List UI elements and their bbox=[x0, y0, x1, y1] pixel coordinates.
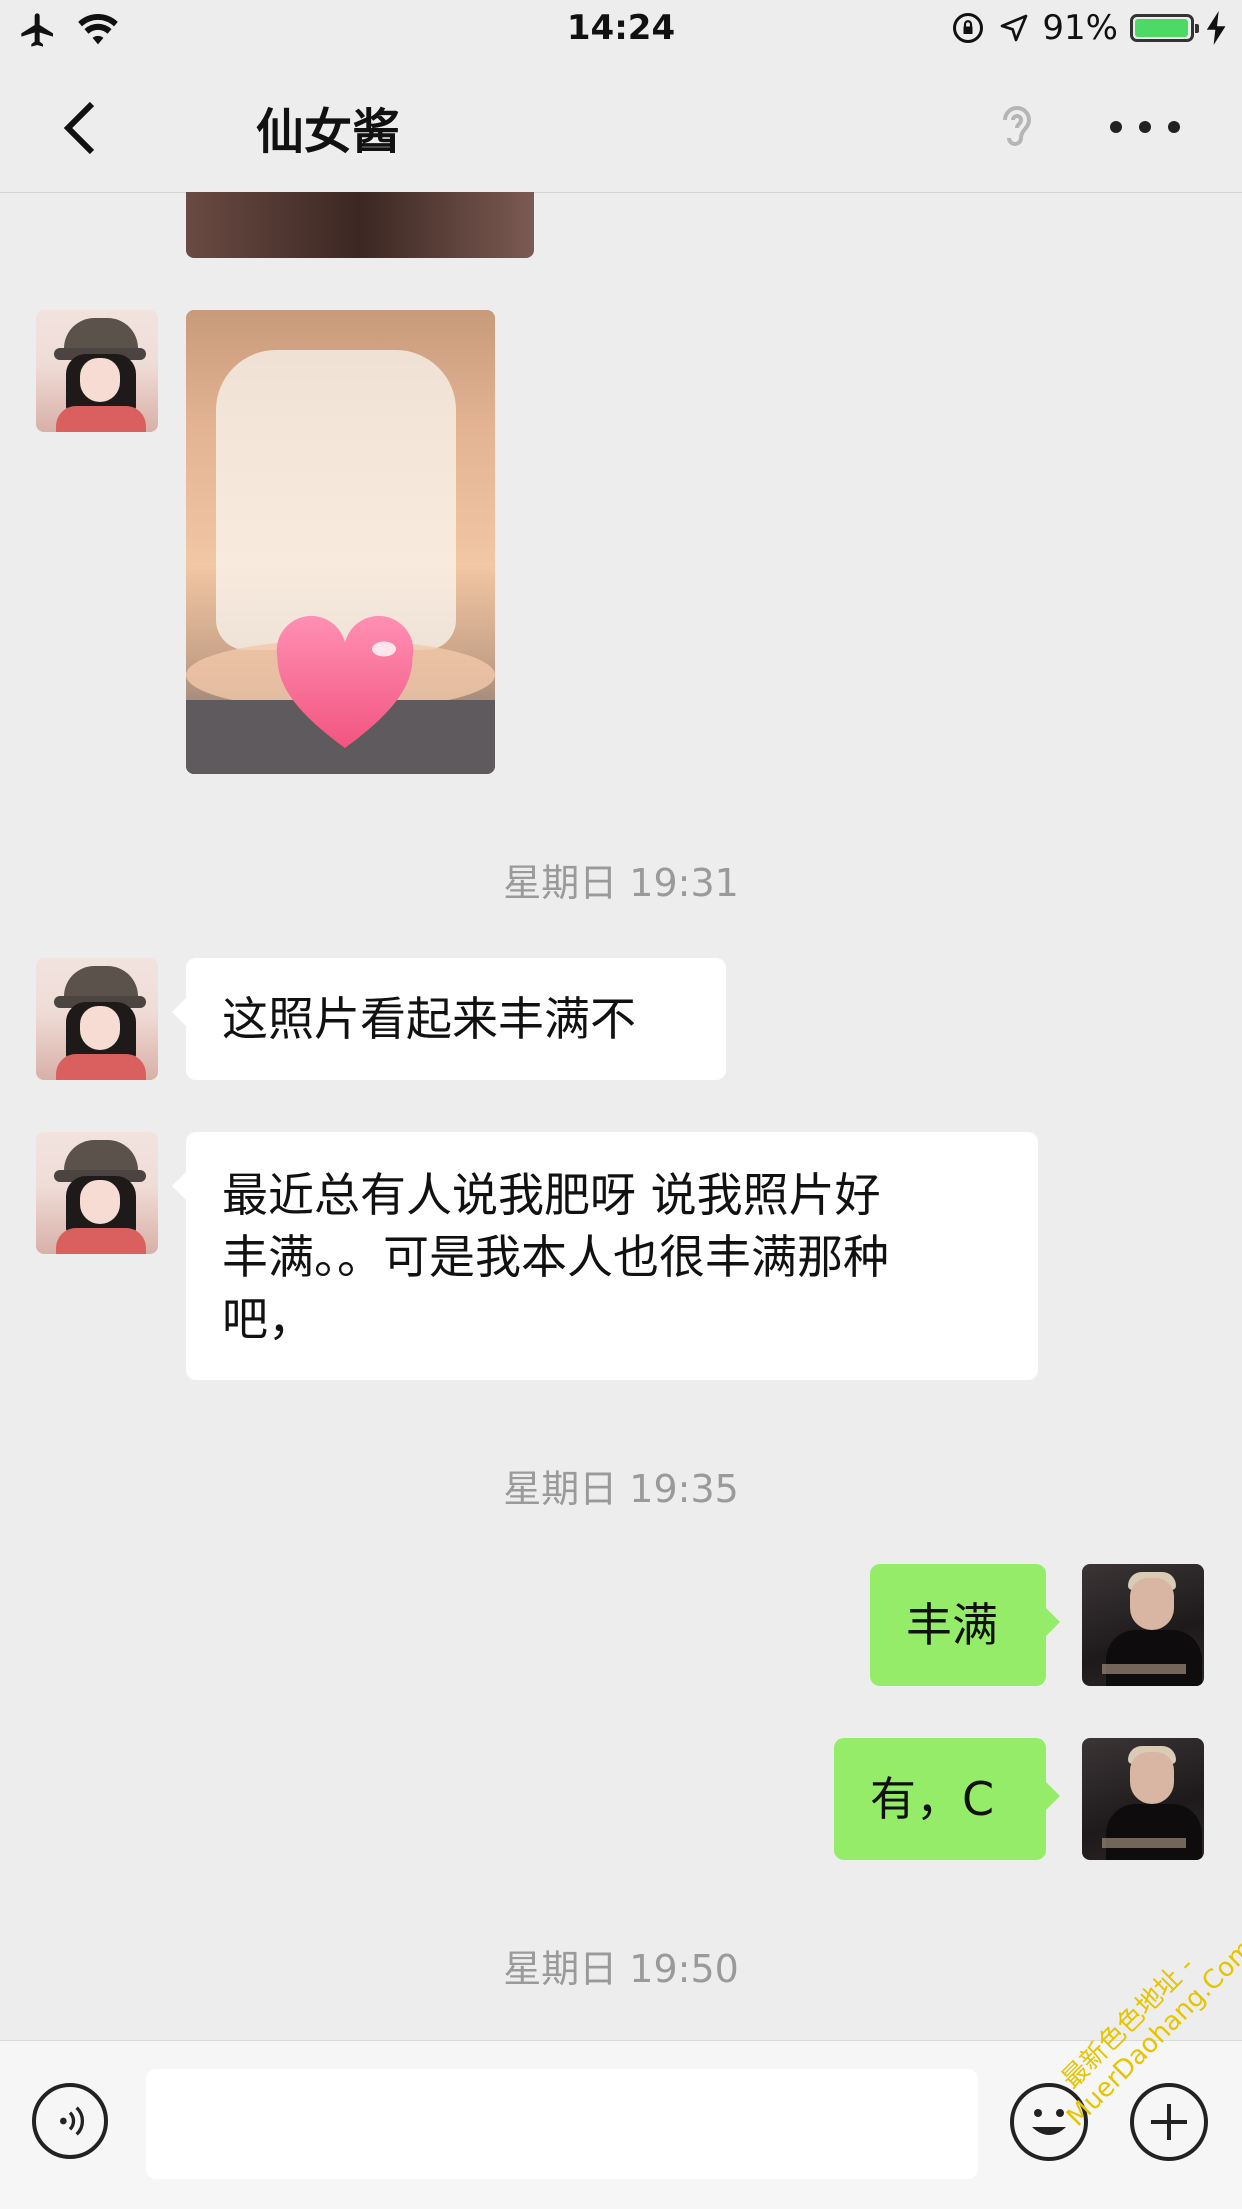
battery-fill bbox=[1135, 19, 1188, 37]
more-icon bbox=[1110, 121, 1122, 133]
voice-icon bbox=[60, 2106, 85, 2136]
timestamp: 星期日 19:35 bbox=[503, 1467, 739, 1511]
message-text-line: 丰满。。可是我本人也很丰满那种 bbox=[222, 1230, 889, 1284]
voice-button[interactable] bbox=[32, 2083, 108, 2159]
message-text: 有，C bbox=[870, 1772, 995, 1826]
message-text-line: 最近总有人说我肥呀 说我照片好 bbox=[222, 1168, 881, 1222]
message-bubble-outgoing[interactable]: 丰满 bbox=[870, 1564, 1060, 1686]
message-bubble-incoming[interactable]: 这照片看起来丰满不 bbox=[172, 958, 726, 1080]
message-bubble-incoming[interactable]: 最近总有人说我肥呀 说我照片好 丰满。。可是我本人也很丰满那种 吧， bbox=[172, 1132, 1038, 1380]
input-bar bbox=[0, 2040, 1242, 2209]
heart-icon bbox=[276, 615, 414, 748]
message-input[interactable] bbox=[146, 2069, 978, 2179]
status-bar: 14:24 91% bbox=[0, 0, 1242, 62]
more-icon-dot bbox=[1139, 121, 1151, 133]
avatar-contact[interactable] bbox=[36, 310, 158, 432]
location-arrow-icon bbox=[1001, 14, 1028, 42]
chat-title: 仙女酱 bbox=[256, 104, 401, 160]
avatar-contact[interactable] bbox=[36, 958, 158, 1080]
more-button[interactable] bbox=[1110, 112, 1180, 142]
plus-button[interactable] bbox=[1130, 2083, 1208, 2161]
avatar-contact[interactable] bbox=[36, 1132, 158, 1254]
back-button[interactable] bbox=[50, 98, 110, 158]
battery-icon bbox=[1130, 14, 1199, 42]
avatar-self[interactable] bbox=[1082, 1564, 1204, 1686]
more-icon-dot bbox=[1168, 121, 1180, 133]
message-text-line: 吧， bbox=[222, 1292, 314, 1346]
message-text: 这照片看起来丰满不 bbox=[222, 992, 636, 1046]
image-message-cropped[interactable] bbox=[186, 192, 534, 258]
image-message[interactable] bbox=[186, 310, 495, 774]
status-right: 91% bbox=[950, 8, 1228, 48]
charging-bolt-icon bbox=[1206, 11, 1226, 45]
battery-percent: 91% bbox=[1042, 8, 1118, 48]
ear-icon bbox=[1003, 106, 1032, 146]
rotation-lock-icon bbox=[953, 13, 984, 43]
nav-bar: 仙女酱 bbox=[0, 62, 1242, 193]
back-chevron-icon bbox=[63, 101, 95, 155]
avatar-self[interactable] bbox=[1082, 1738, 1204, 1860]
ear-button[interactable] bbox=[990, 102, 1040, 154]
message-text: 丰满 bbox=[906, 1598, 998, 1652]
timestamp: 星期日 19:31 bbox=[503, 861, 739, 905]
timestamp: 星期日 19:50 bbox=[503, 1947, 739, 1991]
message-bubble-outgoing[interactable]: 有，C bbox=[834, 1738, 1060, 1860]
